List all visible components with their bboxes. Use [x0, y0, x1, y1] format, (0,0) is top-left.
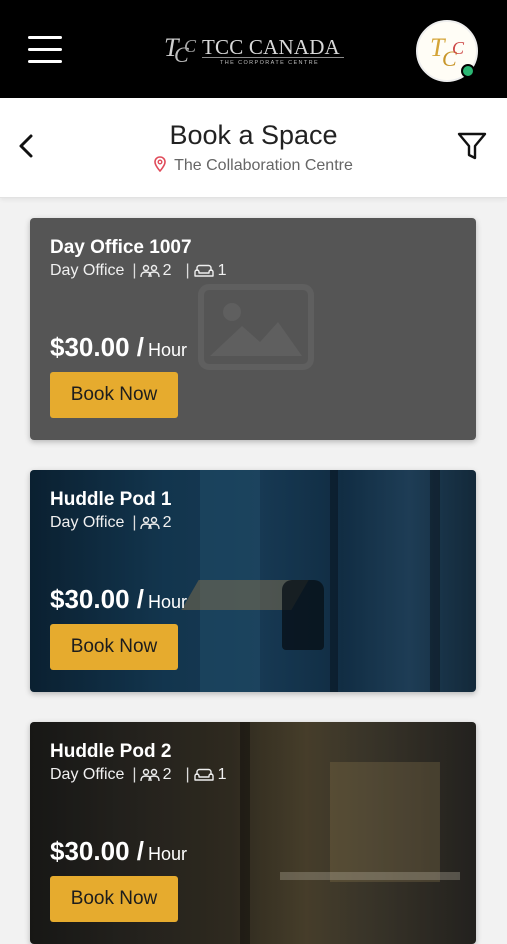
space-capacity: 2 — [162, 262, 172, 279]
space-name: Day Office 1007 — [50, 237, 192, 258]
space-card[interactable]: Huddle Pod 2 Day Office | 2 | 1 $30.00 /… — [30, 722, 476, 944]
image-placeholder-icon — [198, 284, 314, 370]
space-capacity: 2 — [162, 514, 172, 531]
sofa-icon — [193, 264, 214, 277]
book-now-button[interactable]: Book Now — [50, 876, 178, 922]
price-amount: $30.00 / — [50, 836, 144, 866]
space-name: Huddle Pod 2 — [50, 741, 172, 762]
space-meta: Day Office | 2 — [50, 514, 172, 531]
location-label[interactable]: The Collaboration Centre — [0, 156, 507, 175]
location-name: The Collaboration Centre — [174, 157, 353, 174]
space-type: Day Office — [50, 514, 125, 531]
filter-icon[interactable] — [456, 130, 488, 162]
space-desks: 1 — [217, 766, 227, 783]
app-topbar: T C C TCC CANADA THE CORPORATE CENTRE T … — [0, 0, 507, 98]
book-now-button[interactable]: Book Now — [50, 624, 178, 670]
book-now-button[interactable]: Book Now — [50, 372, 178, 418]
location-pin-icon — [154, 156, 166, 172]
people-icon — [139, 516, 160, 530]
space-card[interactable]: Day Office 1007 Day Office | 2 | 1 $30.0… — [30, 218, 476, 440]
space-price: $30.00 /Hour — [50, 836, 187, 867]
brand-divider — [202, 57, 344, 58]
online-status-dot — [461, 64, 475, 78]
price-unit: Hour — [147, 340, 187, 360]
space-price: $30.00 /Hour — [50, 332, 187, 363]
space-desks: 1 — [217, 262, 227, 279]
space-price: $30.00 /Hour — [50, 584, 187, 615]
price-unit: Hour — [147, 844, 187, 864]
brand-logo: T C C TCC CANADA THE CORPORATE CENTRE — [162, 26, 348, 74]
space-meta: Day Office | 2 | 1 — [50, 766, 227, 783]
space-name: Huddle Pod 1 — [50, 489, 172, 510]
price-unit: Hour — [147, 592, 187, 612]
page-header: Book a Space The Collaboration Centre — [0, 98, 507, 198]
brand-monogram-icon: T C C — [164, 33, 197, 67]
space-meta: Day Office | 2 | 1 — [50, 262, 227, 279]
space-type: Day Office — [50, 766, 125, 783]
page-title: Book a Space — [169, 120, 338, 150]
brand-tagline: THE CORPORATE CENTRE — [220, 60, 320, 66]
price-amount: $30.00 / — [50, 332, 144, 362]
people-icon — [139, 264, 160, 278]
space-card[interactable]: Huddle Pod 1 Day Office | 2 $30.00 /Hour… — [30, 470, 476, 692]
menu-icon[interactable] — [28, 36, 62, 64]
svg-text:C: C — [452, 38, 465, 58]
sofa-icon — [193, 768, 214, 781]
svg-text:C: C — [184, 36, 197, 56]
space-capacity: 2 — [162, 766, 172, 783]
space-type: Day Office — [50, 262, 125, 279]
people-icon — [139, 768, 160, 782]
price-amount: $30.00 / — [50, 584, 144, 614]
